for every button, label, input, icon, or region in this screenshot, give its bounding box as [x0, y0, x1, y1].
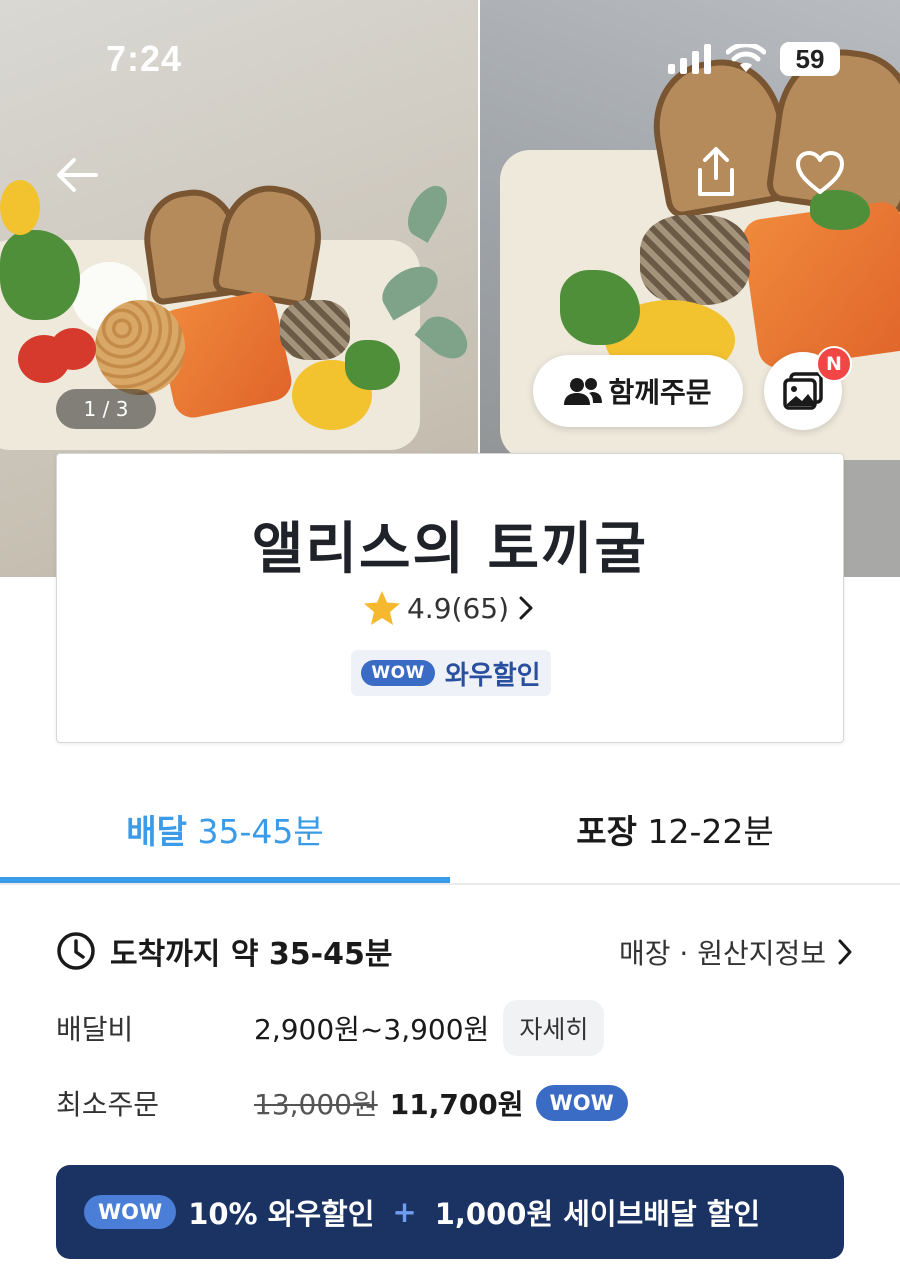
rating-link[interactable]: 4.9(65): [57, 590, 843, 626]
favorite-button[interactable]: [795, 150, 845, 196]
tab-pickup-time: 12-22분: [647, 812, 774, 851]
eucalyptus-leaf: [399, 179, 456, 243]
group-order-button[interactable]: 함께주문: [533, 355, 743, 427]
store-origin-info-label: 매장 · 원산지정보: [618, 937, 826, 970]
mushroom: [640, 215, 750, 305]
store-origin-info-link[interactable]: 매장 · 원산지정보: [619, 932, 856, 972]
wow-discount-chip: WOW 와우할인: [351, 650, 551, 696]
heart-icon: [796, 151, 844, 194]
beans: [95, 300, 185, 395]
wifi-icon: [726, 44, 766, 72]
min-order-label: 최소주문: [56, 1088, 160, 1121]
chevron-right-icon: [838, 939, 852, 965]
greens: [345, 340, 400, 390]
store-info-card: 앨리스의 토끼굴 4.9(65) WOW 와우할인: [56, 453, 844, 743]
potato: [0, 180, 40, 235]
delivery-fee-value: 2,900원~3,900원: [254, 1013, 490, 1046]
share-icon: [698, 147, 734, 196]
arrival-time: 도착까지 약 35-45분: [110, 937, 393, 972]
group-order-label: 함께주문: [608, 376, 712, 409]
wow-badge: WOW: [361, 660, 435, 686]
photo-counter: 1 / 3: [56, 389, 156, 429]
people-icon: [564, 378, 603, 405]
back-arrow-icon: [57, 158, 98, 192]
min-order-row: 최소주문 13,000원 11,700원 WOW: [56, 1078, 856, 1128]
min-order-original-price: 13,000원: [254, 1088, 378, 1121]
tab-pickup[interactable]: 포장 12-22분: [450, 805, 900, 853]
photo-gallery-icon: [783, 372, 823, 410]
order-type-tabs: 배달 35-45분 포장 12-22분: [0, 775, 900, 885]
promo-wow-discount: 10% 와우할인: [188, 1197, 375, 1231]
tab-delivery-time: 35-45분: [197, 812, 324, 851]
clock-icon: [57, 932, 95, 970]
tab-pickup-label: 포장: [576, 812, 637, 851]
eucalyptus-leaf: [414, 308, 476, 367]
back-button[interactable]: [52, 150, 102, 200]
wow-badge: WOW: [535, 1085, 628, 1121]
plus-icon: +: [392, 1195, 417, 1229]
active-tab-indicator: [0, 877, 450, 883]
new-badge: N: [816, 346, 852, 382]
chevron-right-icon: [519, 596, 533, 620]
wow-promo-banner[interactable]: WOW 10% 와우할인 + 1,000원 세이브배달 할인: [56, 1165, 844, 1259]
star-icon: [363, 591, 400, 625]
arrival-row: 도착까지 약 35-45분 매장 · 원산지정보: [56, 928, 856, 974]
battery-icon: 59: [780, 42, 840, 76]
promo-save-delivery: 1,000원 세이브배달 할인: [434, 1197, 761, 1231]
status-time: 7:24: [106, 38, 183, 79]
tab-delivery[interactable]: 배달 35-45분: [0, 805, 450, 853]
delivery-fee-detail-button[interactable]: 자세히: [503, 1000, 605, 1056]
bread-slice: [210, 178, 330, 309]
min-order-discounted-price: 11,700원: [389, 1088, 524, 1121]
tomato: [50, 328, 96, 370]
store-name: 앨리스의 토끼굴: [251, 517, 649, 582]
status-icons: 59: [668, 42, 840, 76]
share-button[interactable]: [690, 146, 742, 198]
rating-value: 4.9(65): [406, 591, 509, 625]
wow-discount-label: 와우할인: [444, 660, 541, 691]
tab-delivery-label: 배달: [126, 812, 187, 851]
cellular-signal-icon: [668, 44, 711, 74]
delivery-fee-row: 배달비 2,900원~3,900원 자세히: [56, 1000, 856, 1056]
delivery-fee-label: 배달비: [56, 1013, 134, 1046]
mushroom: [280, 300, 350, 360]
wow-badge: WOW: [84, 1195, 177, 1229]
